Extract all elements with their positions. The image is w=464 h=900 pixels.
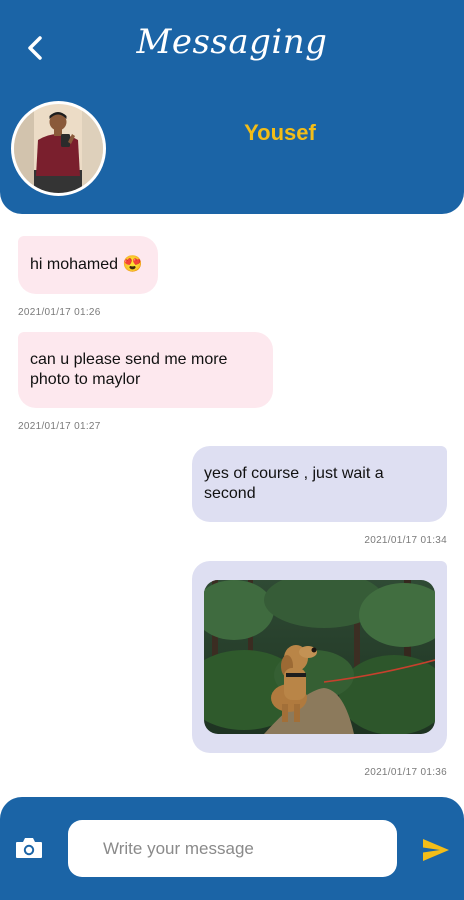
send-icon [423, 839, 449, 861]
message-timestamp: 2021/01/17 01:26 [18, 307, 101, 318]
avatar-photo [14, 104, 103, 193]
outgoing-message-bubble[interactable]: yes of course , just wait a second [192, 446, 447, 522]
camera-icon [16, 838, 42, 858]
chat-header: Messaging Yousef [0, 0, 464, 214]
message-timestamp: 2021/01/17 01:27 [18, 421, 101, 432]
contact-name[interactable]: Yousef [180, 120, 380, 146]
message-input-bar [0, 797, 464, 900]
contact-avatar[interactable] [11, 101, 106, 196]
message-text: yes of course , just wait a second [204, 465, 384, 502]
dog-on-forest-path-photo [204, 580, 435, 734]
incoming-message-bubble[interactable]: can u please send me more photo to maylo… [18, 332, 273, 408]
incoming-message-bubble[interactable]: hi mohamed 😍 [18, 236, 158, 294]
outgoing-image-message[interactable] [192, 561, 447, 753]
camera-button[interactable] [14, 835, 44, 861]
message-input[interactable] [68, 820, 397, 877]
message-timestamp: 2021/01/17 01:36 [364, 767, 447, 778]
messaging-screen: Messaging Yousef hi mohamed 😍 2021/01/17… [0, 0, 464, 900]
dog-photo[interactable] [204, 580, 435, 734]
message-text: hi mohamed 😍 [30, 256, 143, 273]
message-timestamp: 2021/01/17 01:34 [364, 535, 447, 546]
page-title: Messaging [136, 22, 328, 62]
send-button[interactable] [421, 837, 451, 863]
message-text: can u please send me more photo to maylo… [30, 351, 228, 388]
